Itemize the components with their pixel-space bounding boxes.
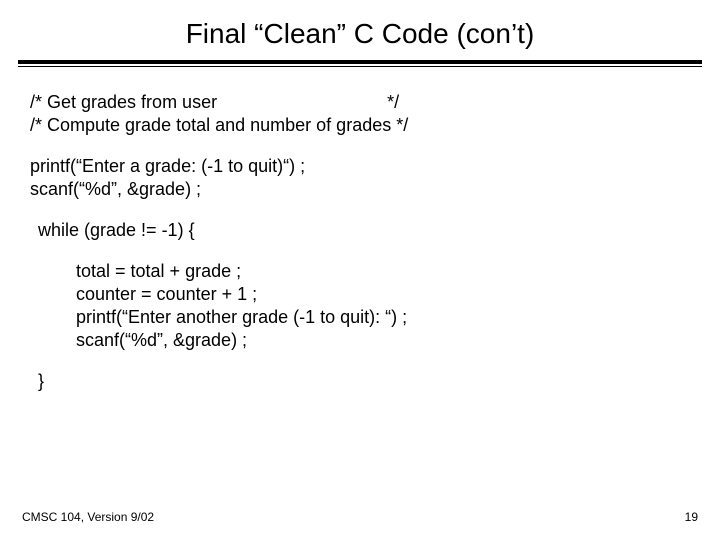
slide: Final “Clean” C Code (con’t) /* Get grad…: [0, 0, 720, 540]
slide-body: /* Get grades from user */ /* Compute gr…: [0, 73, 720, 393]
title-rule: [18, 60, 702, 67]
code-comment-2: /* Compute grade total and number of gra…: [30, 114, 690, 137]
footer-page-number: 19: [685, 510, 698, 524]
code-line-scanf1: scanf(“%d”, &grade) ;: [30, 178, 690, 201]
footer-course: CMSC 104, Version 9/02: [22, 510, 154, 524]
code-line-closebrace: }: [30, 370, 690, 393]
code-line-printf1: printf(“Enter a grade: (-1 to quit)“) ;: [30, 155, 690, 178]
slide-title: Final “Clean” C Code (con’t): [0, 0, 720, 60]
code-line-body1: total = total + grade ;: [30, 260, 690, 283]
code-comment-1: /* Get grades from user */: [30, 91, 690, 114]
code-line-body2: counter = counter + 1 ;: [30, 283, 690, 306]
code-line-while: while (grade != -1) {: [30, 219, 690, 242]
code-line-body3: printf(“Enter another grade (-1 to quit)…: [30, 306, 690, 329]
code-line-body4: scanf(“%d”, &grade) ;: [30, 329, 690, 352]
